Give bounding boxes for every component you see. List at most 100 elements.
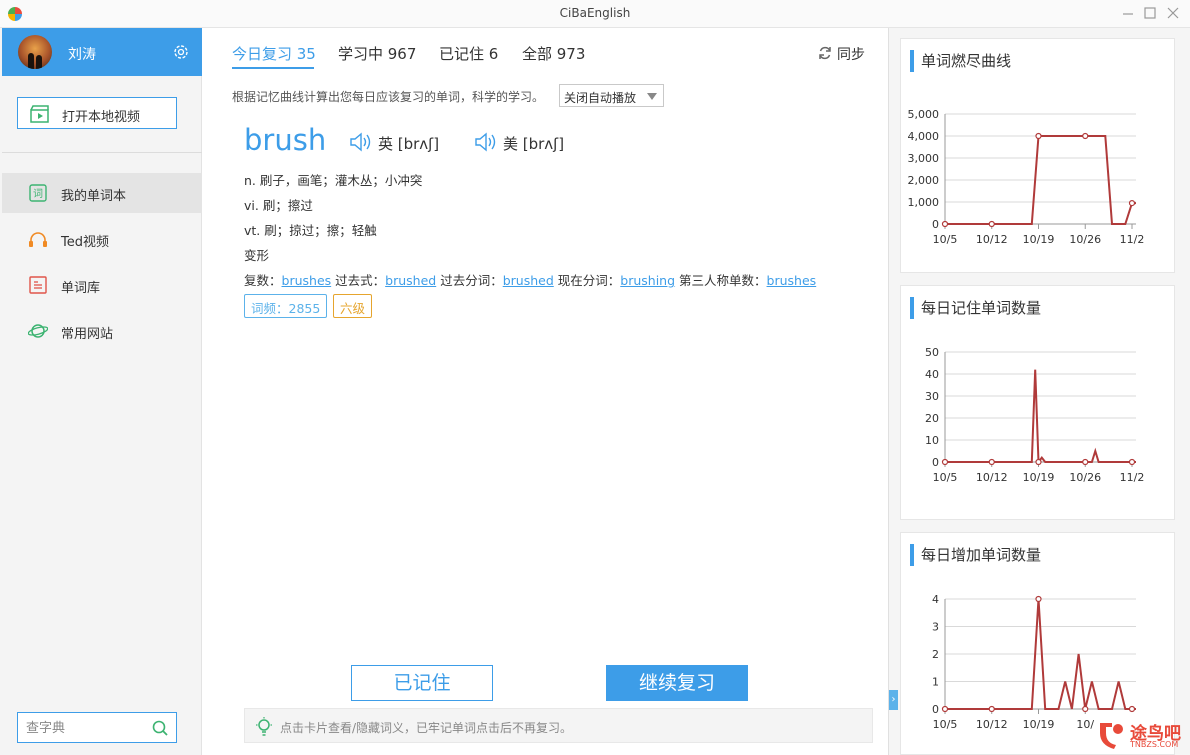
minimize-icon[interactable] — [1120, 5, 1136, 21]
continue-review-button[interactable]: 继续复习 — [606, 665, 748, 701]
x-tick-label: 10/19 — [1023, 233, 1055, 246]
tab-learning[interactable]: 学习中 967 — [338, 43, 416, 64]
planet-icon — [28, 324, 48, 338]
sidebar-item-word-library[interactable]: 单词库 — [2, 265, 202, 305]
watermark: 途鸟吧 TNBZS.COM — [1094, 715, 1186, 753]
x-tick-label: 10/12 — [976, 471, 1008, 484]
y-tick-label: 1 — [932, 676, 939, 689]
y-tick-label: 1,000 — [908, 196, 940, 209]
y-tick-label: 4,000 — [908, 130, 940, 143]
x-tick-label: 11/2 — [1120, 233, 1145, 246]
y-tick-label: 0 — [932, 703, 939, 716]
data-point — [1082, 705, 1089, 713]
definition-transitive-verb: vt. 刷；掠过；擦；轻触 — [244, 223, 377, 238]
definition-noun: n. 刷子，画笔；灌木丛；小冲突 — [244, 173, 423, 188]
review-hint: 根据记忆曲线计算出您每日应该复习的单词，科学的学习。 — [232, 90, 545, 104]
sync-label: 同步 — [837, 47, 865, 63]
y-tick-label: 3,000 — [908, 152, 940, 165]
maximize-icon[interactable] — [1142, 5, 1158, 21]
sidebar-divider — [2, 152, 202, 153]
inflection-label: 过去分词： — [440, 273, 503, 288]
close-icon[interactable] — [1165, 5, 1181, 21]
data-point — [941, 220, 949, 228]
y-tick-label: 4 — [932, 593, 939, 606]
daily-remembered-chart: 0 10 20 30 40 50 10/5 10/12 10/19 10/26 11/2 — [925, 346, 1145, 484]
video-clapper-icon — [30, 105, 49, 123]
open-local-video-label: 打开本地视频 — [62, 110, 141, 125]
x-tick-label: 10/26 — [1069, 233, 1101, 246]
user-name: 刘涛 — [68, 47, 96, 63]
x-tick-label: 10/12 — [976, 233, 1008, 246]
speaker-icon — [475, 132, 496, 152]
frequency-badge: 词频：2855 — [244, 294, 328, 318]
autoplay-select[interactable]: 关闭自动播放 — [559, 84, 664, 107]
x-tick-label: 10/19 — [1023, 471, 1055, 484]
sidebar-item-websites[interactable]: 常用网站 — [2, 311, 202, 351]
data-point — [1128, 705, 1136, 713]
inflection-link[interactable]: brushing — [620, 273, 675, 288]
x-tick-label: 11/2 — [1120, 471, 1145, 484]
collapse-panel-button[interactable]: › — [889, 690, 898, 710]
tip-text: 点击卡片查看/隐藏词义，已牢记单词点击后不再复习。 — [280, 721, 573, 735]
chart-title: 每日增加单词数量 — [910, 544, 1041, 566]
inflection-link[interactable]: brushes — [282, 273, 332, 288]
sidebar: 刘涛 打开本地视频 词 我的单词本 Ted视频 单词库 常用网站 查字典 — [0, 28, 202, 755]
y-tick-label: 20 — [925, 412, 939, 425]
series-line — [945, 369, 1136, 465]
open-local-video-button[interactable]: 打开本地视频 — [17, 97, 177, 129]
headphones-icon — [29, 232, 47, 247]
data-point — [941, 458, 949, 466]
sidebar-item-label: 我的单词本 — [61, 189, 127, 204]
inflection-link[interactable]: brushed — [385, 273, 436, 288]
sync-icon — [819, 46, 831, 60]
data-point — [1082, 458, 1089, 466]
remembered-button[interactable]: 已记住 — [351, 665, 493, 701]
y-tick-label: 10 — [925, 434, 939, 447]
autoplay-selected-value: 关闭自动播放 — [564, 91, 637, 105]
x-tick-label: 10/12 — [976, 718, 1008, 731]
watermark-url: TNBZS.COM — [1130, 740, 1179, 749]
burndown-chart: 0 1,000 2,000 3,000 4,000 5,000 10/5 10/12 10/19… — [908, 108, 1145, 246]
wordbook-icon: 词 — [29, 184, 47, 202]
inflection-list: 复数：brushes 过去式：brushed 过去分词：brushed 现在分词… — [244, 270, 816, 289]
sidebar-item-wordbook[interactable]: 词 我的单词本 — [2, 173, 202, 213]
main-panel: 今日复习 35 学习中 967 已记住 6 全部 973 同步 根据记忆曲线计算… — [203, 28, 888, 755]
us-phonetic: 美 [brʌʃ] — [503, 135, 565, 153]
chevron-down-icon — [647, 93, 657, 100]
tab-today-review[interactable]: 今日复习 35 — [232, 43, 316, 64]
chart-title: 每日记住单词数量 — [910, 297, 1041, 319]
data-point — [941, 705, 949, 713]
inflections-heading: 变形 — [244, 248, 270, 263]
sidebar-item-ted-video[interactable]: Ted视频 — [2, 219, 202, 259]
data-point — [988, 220, 995, 228]
data-point — [1128, 458, 1136, 466]
y-tick-label: 40 — [925, 368, 939, 381]
tab-all[interactable]: 全部 973 — [522, 43, 585, 64]
uk-phonetic: 英 [brʌʃ] — [378, 135, 440, 153]
level-badge: 六级 — [333, 294, 373, 318]
gear-icon[interactable] — [172, 43, 190, 61]
inflection-label: 过去式： — [335, 273, 386, 288]
x-tick-label: 10/26 — [1069, 471, 1101, 484]
inflection-link[interactable]: brushed — [503, 273, 554, 288]
data-point — [1082, 132, 1089, 140]
inflection-label: 现在分词： — [557, 273, 621, 288]
y-tick-label: 30 — [925, 390, 939, 403]
search-icon[interactable] — [151, 719, 169, 737]
sidebar-item-label: 常用网站 — [61, 327, 114, 342]
dictionary-search-input[interactable] — [26, 719, 146, 737]
svg-text:词: 词 — [33, 188, 43, 200]
active-tab-indicator — [232, 67, 314, 69]
inflection-link[interactable]: brushes — [767, 273, 817, 288]
y-tick-label: 2 — [932, 648, 939, 661]
chart-title: 单词燃尽曲线 — [910, 50, 1011, 72]
avatar[interactable] — [18, 35, 52, 69]
data-point — [988, 705, 995, 713]
dictionary-search — [17, 712, 177, 743]
speaker-icon — [350, 132, 371, 152]
data-point — [1035, 595, 1042, 603]
daily-remembered-chart-card: 0 10 20 30 40 50 10/5 10/12 10/19 10/26 11/2 每日记住单… — [900, 285, 1175, 520]
tab-remembered[interactable]: 已记住 6 — [439, 43, 498, 64]
word-headword: brush — [244, 123, 327, 157]
y-tick-label: 0 — [932, 456, 939, 469]
